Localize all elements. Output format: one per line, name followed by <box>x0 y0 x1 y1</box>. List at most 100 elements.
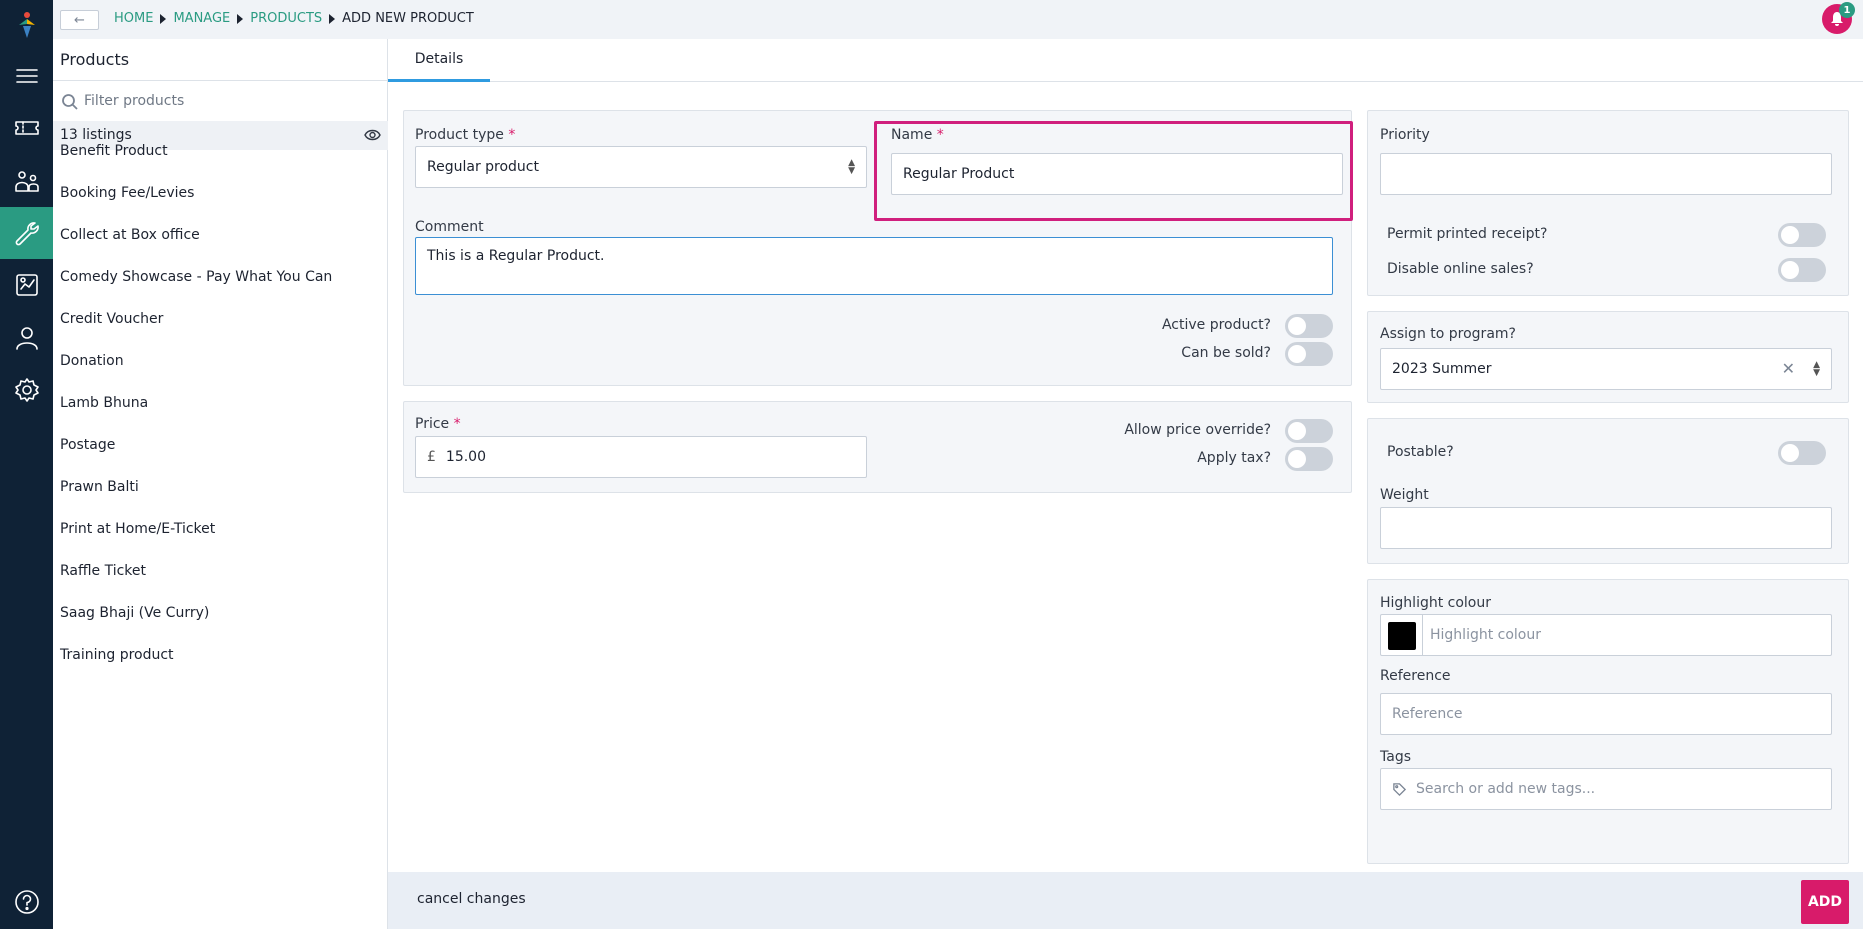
highlight-colour-placeholder: Highlight colour <box>1430 627 1542 643</box>
breadcrumb-separator-icon <box>329 13 336 24</box>
product-list-item[interactable]: Credit Voucher <box>60 311 163 327</box>
product-list-item[interactable]: Collect at Box office <box>60 227 200 243</box>
main-content: Details Product type * Regular product ▲… <box>388 39 1863 929</box>
icon-rail <box>0 0 53 929</box>
product-list-item[interactable]: Comedy Showcase - Pay What You Can <box>60 269 332 285</box>
filter-bar <box>53 80 388 120</box>
filter-products-input[interactable] <box>84 89 374 113</box>
breadcrumb-manage[interactable]: MANAGE <box>173 11 230 26</box>
product-list-item[interactable]: Raffle Ticket <box>60 563 146 579</box>
postable-label: Postable? <box>1387 444 1454 460</box>
comment-textarea[interactable]: This is a Regular Product. <box>415 237 1333 295</box>
breadcrumb: HOME MANAGE PRODUCTS ADD NEW PRODUCT <box>114 11 474 26</box>
colour-swatch <box>1388 622 1416 650</box>
highlight-colour-label: Highlight colour <box>1380 595 1492 611</box>
disable-online-sales-label: Disable online sales? <box>1387 261 1534 277</box>
product-list-item[interactable]: Prawn Balti <box>60 479 139 495</box>
breadcrumb-separator-icon <box>160 13 167 24</box>
breadcrumb-home[interactable]: HOME <box>114 11 153 26</box>
cancel-changes-link[interactable]: cancel changes <box>417 891 526 907</box>
breadcrumb-separator-icon <box>237 13 244 24</box>
add-button[interactable]: ADD <box>1801 880 1849 924</box>
allow-price-override-toggle[interactable] <box>1285 419 1333 443</box>
price-value: 15.00 <box>445 449 487 465</box>
product-list-item[interactable]: Benefit Product <box>60 143 168 159</box>
help-icon[interactable] <box>0 876 53 928</box>
back-button[interactable]: ← <box>60 10 99 30</box>
customers-icon[interactable] <box>0 155 53 207</box>
priority-card: Priority Permit printed receipt? Disable… <box>1367 110 1849 296</box>
menu-icon[interactable] <box>0 50 53 102</box>
gear-icon[interactable] <box>0 364 53 416</box>
weight-input[interactable] <box>1380 507 1832 549</box>
clear-icon[interactable]: ✕ <box>1782 359 1795 378</box>
active-product-label: Active product? <box>1161 317 1271 333</box>
products-panel: Products 13 listings Benefit Product Boo… <box>53 39 388 929</box>
price-input[interactable]: £ 15.00 <box>415 436 867 478</box>
app-logo-icon[interactable] <box>14 10 40 40</box>
disable-online-sales-toggle[interactable] <box>1778 258 1826 282</box>
product-list-item[interactable]: Postage <box>60 437 115 453</box>
product-list-item[interactable]: Training product <box>60 647 174 663</box>
sort-arrows-icon: ▲ ▼ <box>1813 360 1820 378</box>
price-card: Price * £ 15.00 Allow price override? Ap… <box>403 401 1352 493</box>
colour-swatch-wrapper[interactable] <box>1381 615 1423 655</box>
tags-placeholder: Search or add new tags... <box>1416 781 1596 797</box>
extras-card: Highlight colour Highlight colour Refere… <box>1367 579 1849 864</box>
permit-printed-receipt-label: Permit printed receipt? <box>1387 226 1548 242</box>
breadcrumb-products[interactable]: PRODUCTS <box>250 11 322 26</box>
highlight-annotation-box <box>874 121 1353 221</box>
listing-word: listings <box>82 127 132 143</box>
ticket-icon[interactable] <box>0 102 53 154</box>
top-bar: ← HOME MANAGE PRODUCTS ADD NEW PRODUCT 1 <box>53 0 1863 39</box>
tab-details[interactable]: Details <box>388 39 490 82</box>
listing-count: 13 <box>60 127 78 143</box>
product-list-item[interactable]: Lamb Bhuna <box>60 395 148 411</box>
program-card: Assign to program? 2023 Summer ✕ ▲ ▼ <box>1367 311 1849 403</box>
priority-label: Priority <box>1380 127 1430 143</box>
user-icon[interactable] <box>0 312 53 364</box>
priority-input[interactable] <box>1380 153 1832 195</box>
program-value: 2023 Summer <box>1392 361 1492 377</box>
active-product-toggle[interactable] <box>1285 314 1333 338</box>
product-list-item[interactable]: Print at Home/E-Ticket <box>60 521 215 537</box>
apply-tax-toggle[interactable] <box>1285 447 1333 471</box>
allow-price-override-label: Allow price override? <box>1124 422 1271 438</box>
breadcrumb-current: ADD NEW PRODUCT <box>342 11 474 26</box>
price-label: Price * <box>415 416 461 432</box>
product-type-select[interactable]: Regular product ▲ ▼ <box>415 146 867 188</box>
tab-bar: Details <box>388 39 1863 82</box>
currency-symbol: £ <box>427 449 436 465</box>
product-list-item[interactable]: Donation <box>60 353 124 369</box>
wrench-icon[interactable] <box>0 207 53 259</box>
tags-input[interactable]: Search or add new tags... <box>1380 768 1832 810</box>
notification-count-badge: 1 <box>1839 2 1855 18</box>
apply-tax-label: Apply tax? <box>1197 450 1271 466</box>
product-type-value: Regular product <box>427 159 539 175</box>
search-icon <box>62 94 78 110</box>
products-panel-title: Products <box>60 50 130 69</box>
notifications-button[interactable]: 1 <box>1822 2 1855 34</box>
product-list-item[interactable]: Saag Bhaji (Ve Curry) <box>60 605 209 621</box>
can-be-sold-label: Can be sold? <box>1181 345 1271 361</box>
arrow-left-icon: ← <box>74 12 85 28</box>
assign-program-label: Assign to program? <box>1380 326 1516 342</box>
eye-icon[interactable] <box>364 128 381 142</box>
reference-label: Reference <box>1380 668 1451 684</box>
postable-toggle[interactable] <box>1778 441 1826 465</box>
tags-label: Tags <box>1380 749 1411 765</box>
reports-icon[interactable] <box>0 259 53 311</box>
can-be-sold-toggle[interactable] <box>1285 342 1333 366</box>
permit-printed-receipt-toggle[interactable] <box>1778 223 1826 247</box>
tag-icon <box>1393 782 1407 796</box>
program-select[interactable]: 2023 Summer ✕ ▲ ▼ <box>1380 348 1832 390</box>
product-type-label: Product type * <box>415 127 516 143</box>
comment-label: Comment <box>415 219 484 235</box>
highlight-colour-input[interactable]: Highlight colour <box>1380 614 1832 656</box>
reference-input[interactable]: Reference <box>1380 693 1832 735</box>
sort-arrows-icon: ▲ ▼ <box>848 158 855 176</box>
weight-label: Weight <box>1380 487 1429 503</box>
shipping-card: Postable? Weight <box>1367 418 1849 564</box>
footer-bar: cancel changes ADD <box>388 872 1863 929</box>
product-list-item[interactable]: Booking Fee/Levies <box>60 185 194 201</box>
